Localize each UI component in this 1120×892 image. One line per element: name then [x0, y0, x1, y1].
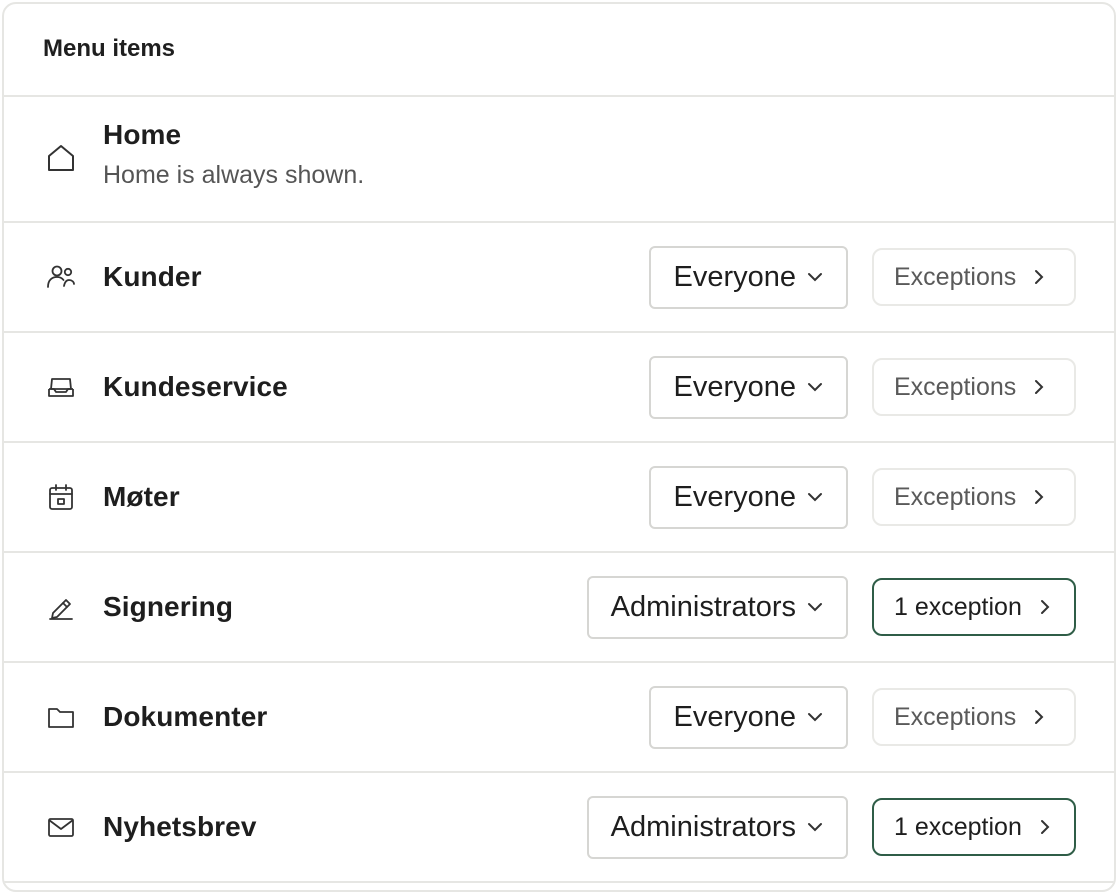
exceptions-button[interactable]: Exceptions [872, 468, 1076, 526]
exceptions-button-label: Exceptions [894, 702, 1017, 731]
folder-icon [44, 700, 78, 734]
visibility-select[interactable]: Everyone [649, 465, 848, 529]
menu-item-nyhetsbrev: Nyhetsbrev Administrators 1 exception [4, 773, 1114, 883]
visibility-select-value: Everyone [673, 480, 796, 513]
visibility-select-value: Everyone [673, 700, 796, 733]
menu-item-home: Home Home is always shown. [4, 97, 1114, 223]
exceptions-button-label: Exceptions [894, 372, 1017, 401]
menu-item-label: Kunder [103, 261, 202, 292]
panel-header: Menu items [4, 4, 1114, 97]
menu-item-dokumenter: Dokumenter Everyone Exceptions [4, 663, 1114, 773]
panel-title: Menu items [43, 34, 176, 62]
chevron-down-icon [806, 268, 824, 286]
exceptions-button-label: 1 exception [894, 592, 1022, 621]
home-icon [44, 141, 78, 175]
exceptions-button[interactable]: Exceptions [872, 358, 1076, 416]
chevron-down-icon [806, 598, 824, 616]
visibility-select-value: Everyone [673, 370, 796, 403]
visibility-select-value: Everyone [673, 260, 796, 293]
mail-icon [44, 810, 78, 844]
menu-item-label: Home [103, 119, 182, 150]
chevron-right-icon [1036, 818, 1054, 836]
menu-item-label: Dokumenter [103, 701, 268, 732]
menu-item-label: Nyhetsbrev [103, 811, 257, 842]
chevron-down-icon [806, 818, 824, 836]
pen-icon [44, 590, 78, 624]
chevron-down-icon [806, 378, 824, 396]
chevron-right-icon [1036, 598, 1054, 616]
exceptions-button[interactable]: Exceptions [872, 688, 1076, 746]
users-icon [44, 260, 78, 294]
visibility-select[interactable]: Everyone [649, 355, 848, 419]
menu-item-kunder: Kunder Everyone Exceptions [4, 223, 1114, 333]
menu-item-signering: Signering Administrators 1 exception [4, 553, 1114, 663]
menu-items-panel: Menu items Home Home is always shown. Ku… [2, 2, 1116, 892]
inbox-icon [44, 370, 78, 404]
chevron-right-icon [1030, 488, 1048, 506]
exceptions-button[interactable]: 1 exception [872, 798, 1076, 856]
menu-item-description: Home is always shown. [103, 161, 365, 189]
menu-item-moter: Møter Everyone Exceptions [4, 443, 1114, 553]
exceptions-button-label: Exceptions [894, 482, 1017, 511]
visibility-select[interactable]: Administrators [586, 575, 848, 639]
chevron-right-icon [1030, 708, 1048, 726]
chevron-right-icon [1030, 268, 1048, 286]
menu-item-label: Kundeservice [103, 371, 288, 402]
exceptions-button[interactable]: Exceptions [872, 248, 1076, 306]
exceptions-button[interactable]: 1 exception [872, 578, 1076, 636]
chevron-down-icon [806, 708, 824, 726]
calendar-icon [44, 480, 78, 514]
menu-item-label: Signering [103, 591, 234, 622]
menu-item-label: Møter [103, 481, 180, 512]
exceptions-button-label: 1 exception [894, 812, 1022, 841]
chevron-down-icon [806, 488, 824, 506]
visibility-select[interactable]: Everyone [649, 245, 848, 309]
exceptions-button-label: Exceptions [894, 262, 1017, 291]
visibility-select[interactable]: Administrators [586, 795, 848, 859]
menu-item-kundeservice: Kundeservice Everyone Exceptions [4, 333, 1114, 443]
visibility-select-value: Administrators [610, 810, 796, 843]
visibility-select-value: Administrators [610, 590, 796, 623]
chevron-right-icon [1030, 378, 1048, 396]
visibility-select[interactable]: Everyone [649, 685, 848, 749]
